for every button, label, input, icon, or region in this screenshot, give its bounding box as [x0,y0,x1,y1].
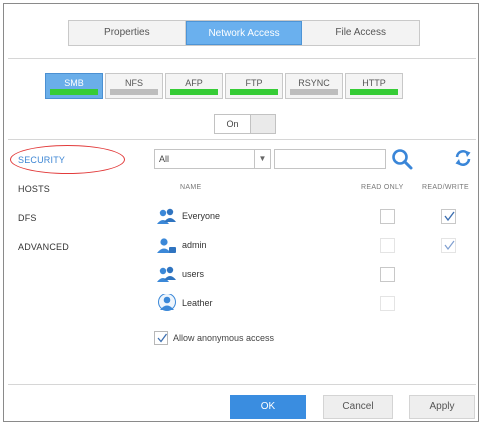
user-name: users [182,269,205,279]
protocol-http[interactable]: HTTP [345,73,403,99]
column-header-name: NAME [180,184,202,191]
protocol-toggle[interactable]: On [214,114,276,134]
tab-network-access[interactable]: Network Access [185,21,303,45]
sidebar-item-hosts[interactable]: HOSTS [18,184,50,194]
toggle-knob[interactable] [251,115,275,133]
tab-properties[interactable]: Properties [69,21,186,45]
protocol-label: HTTP [362,78,386,88]
protocol-label: FTP [245,78,263,88]
read-only-checkbox[interactable] [380,267,395,282]
user-icon [156,293,178,314]
user-name: admin [182,240,207,250]
sidebar-item-advanced[interactable]: ADVANCED [18,242,69,252]
protocol-ftp[interactable]: FTP [225,73,283,99]
protocol-bar: SMB NFS AFP FTP RSYNC HTTP [45,73,405,99]
status-bar [170,89,218,95]
read-write-checkbox[interactable] [441,238,456,253]
divider [8,139,476,140]
anonymous-access-checkbox[interactable] [154,331,168,345]
chevron-down-icon[interactable]: ▼ [254,150,270,168]
group-icon [156,207,178,227]
read-only-checkbox[interactable] [380,238,395,253]
table-row: Everyone [156,207,476,229]
user-name: Everyone [182,211,221,221]
tab-file-access[interactable]: File Access [302,21,419,45]
protocol-label: AFP [185,78,203,88]
read-only-checkbox[interactable] [380,296,395,311]
sidebar-item-dfs[interactable]: DFS [18,213,37,223]
status-bar [350,89,398,95]
table-row: admin [156,236,476,258]
cancel-button[interactable]: Cancel [323,395,393,419]
status-bar [290,89,338,95]
divider [8,58,476,59]
protocol-rsync[interactable]: RSYNC [285,73,343,99]
sidebar-item-security[interactable]: SECURITY [18,155,65,165]
read-only-checkbox[interactable] [380,209,395,224]
table-row: users [156,265,476,287]
search-icon[interactable] [390,147,414,171]
dialog-window: Properties Network Access File Access SM… [3,3,479,422]
column-header-read-only: READ ONLY [361,184,404,191]
user-name: Leather [182,298,213,308]
status-bar [230,89,278,95]
protocol-nfs[interactable]: NFS [105,73,163,99]
ok-button[interactable]: OK [230,395,306,419]
read-write-checkbox[interactable] [441,209,456,224]
column-header-read-write: READ/WRITE [422,184,469,191]
protocol-smb[interactable]: SMB [45,73,103,99]
status-bar [50,89,98,95]
group-icon [156,265,178,285]
status-bar [110,89,158,95]
protocol-afp[interactable]: AFP [165,73,223,99]
protocol-label: NFS [125,78,143,88]
user-icon [156,236,178,256]
protocol-label: SMB [64,78,84,88]
filter-select[interactable]: All ▼ [154,149,271,169]
top-tab-bar: Properties Network Access File Access [68,20,420,46]
divider [8,384,476,385]
protocol-label: RSYNC [298,78,330,88]
refresh-icon[interactable] [454,149,472,167]
toggle-label: On [215,115,251,133]
search-input[interactable] [274,149,386,169]
anonymous-access-label: Allow anonymous access [173,333,275,343]
apply-button[interactable]: Apply [409,395,475,419]
filter-value: All [159,154,170,164]
table-row: Leather [156,293,476,316]
